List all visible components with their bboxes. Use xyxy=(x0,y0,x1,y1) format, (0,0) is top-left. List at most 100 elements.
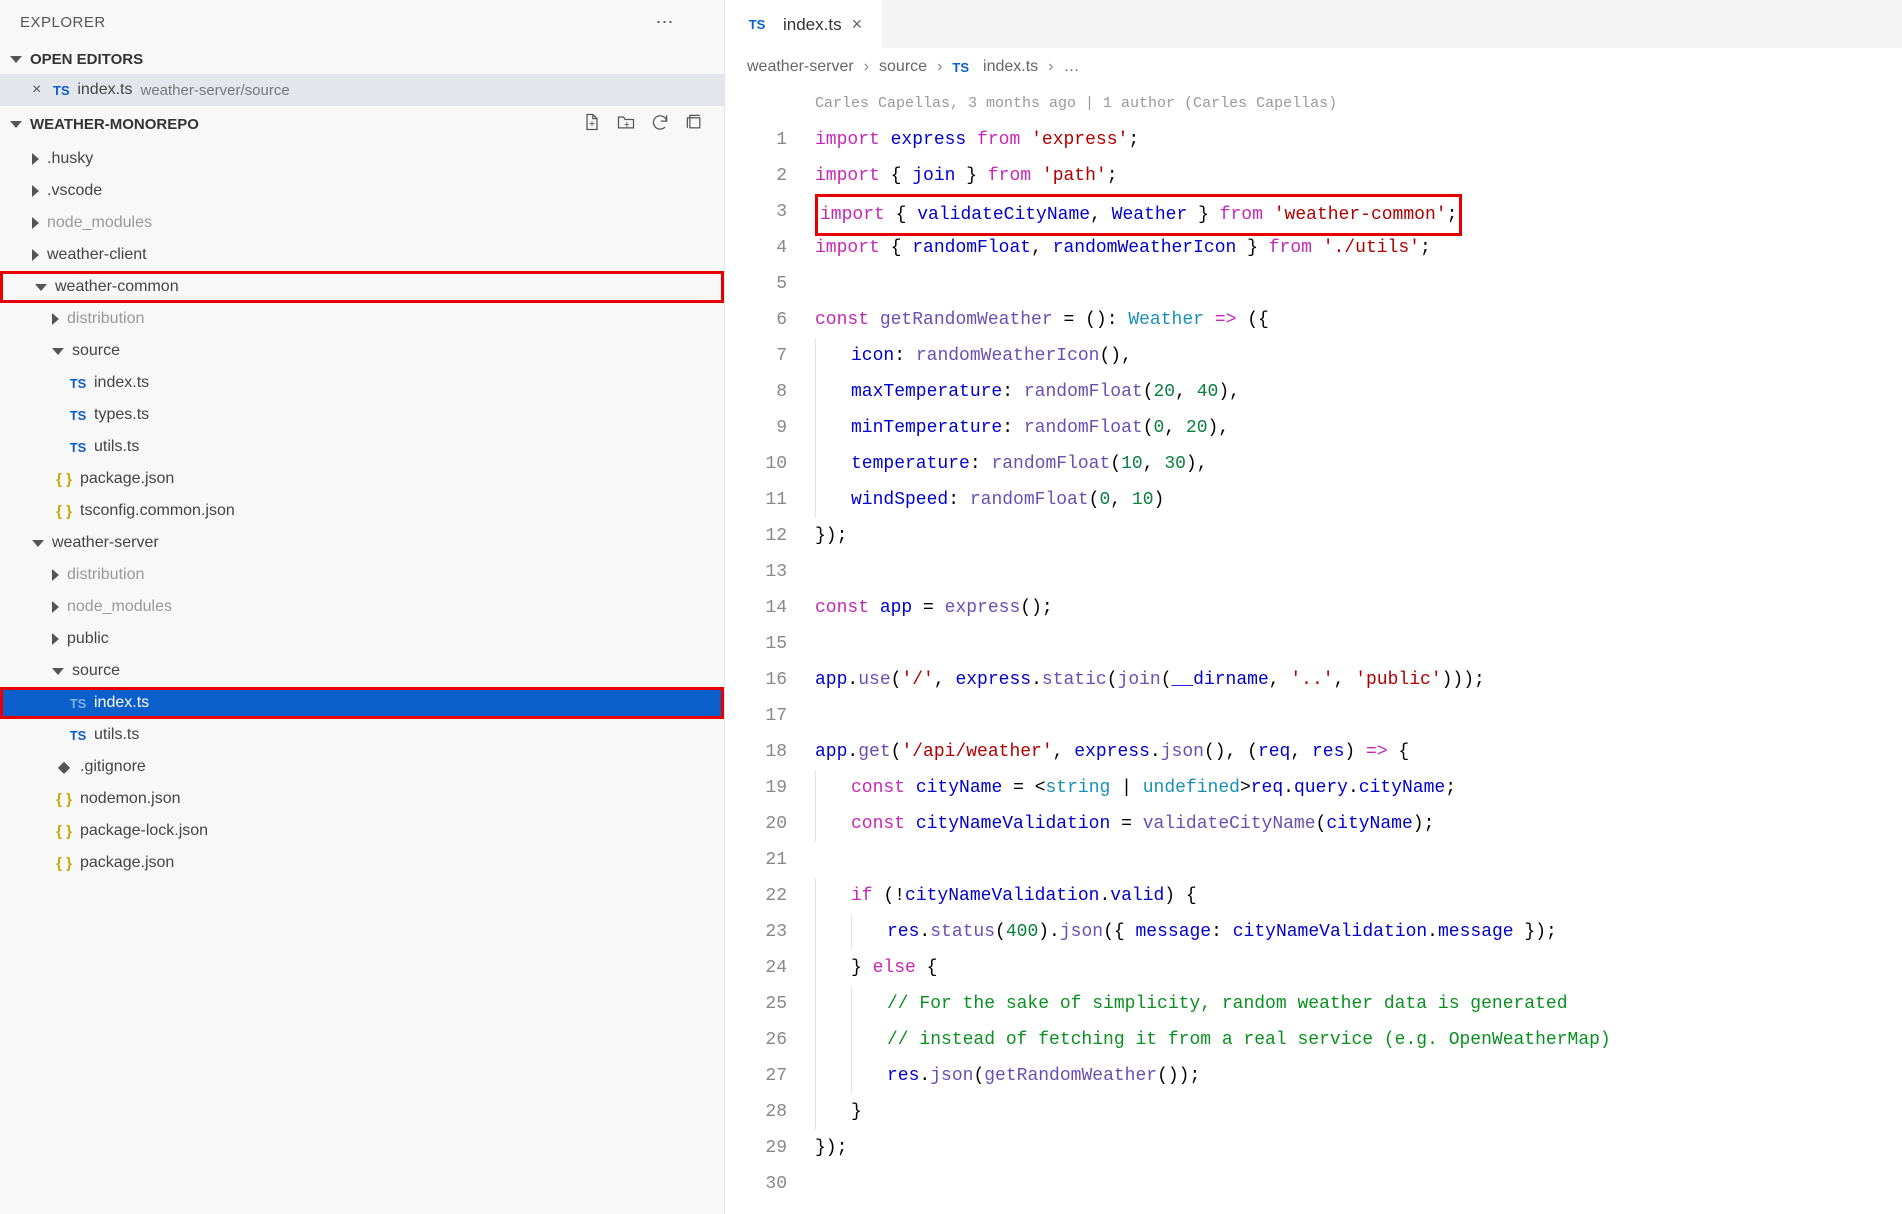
editor-area: TS index.ts × weather-server › source › … xyxy=(725,0,1902,1214)
code-line[interactable]: app.use('/', express.static(join(__dirna… xyxy=(815,662,1902,698)
item-label: node_modules xyxy=(47,214,152,232)
code-line[interactable]: app.get('/api/weather', express.json(), … xyxy=(815,734,1902,770)
code-line[interactable]: maxTemperature: randomFloat(20, 40), xyxy=(815,374,1902,410)
code-line[interactable]: const cityName = <string | undefined>req… xyxy=(815,770,1902,806)
item-label: types.ts xyxy=(94,406,149,424)
item-label: utils.ts xyxy=(94,726,139,744)
code-line[interactable]: res.status(400).json({ message: cityName… xyxy=(815,914,1902,950)
open-editor-item[interactable]: × TS index.ts weather-server/source xyxy=(0,74,724,106)
file-path: weather-server/source xyxy=(140,82,289,99)
file-item[interactable]: TStypes.ts xyxy=(0,399,724,431)
chevron-down-icon xyxy=(52,348,64,355)
item-label: weather-common xyxy=(55,278,179,296)
chevron-right-icon: › xyxy=(937,58,942,76)
file-item[interactable]: { }package-lock.json xyxy=(0,815,724,847)
ts-icon: TS xyxy=(66,440,90,455)
code-line[interactable]: import { join } from 'path'; xyxy=(815,158,1902,194)
file-item[interactable]: { }nodemon.json xyxy=(0,783,724,815)
tab-index-ts[interactable]: TS index.ts × xyxy=(725,0,882,48)
workspace-actions xyxy=(582,112,714,137)
code-line[interactable]: // instead of fetching it from a real se… xyxy=(815,1022,1902,1058)
item-label: distribution xyxy=(67,566,144,584)
folder-item[interactable]: .vscode xyxy=(0,175,724,207)
code-line[interactable]: windSpeed: randomFloat(0, 10) xyxy=(815,482,1902,518)
item-label: node_modules xyxy=(67,598,172,616)
json-icon: { } xyxy=(52,791,76,808)
new-file-icon[interactable] xyxy=(582,112,602,137)
file-item[interactable]: { }tsconfig.common.json xyxy=(0,495,724,527)
close-icon[interactable]: × xyxy=(32,81,41,99)
file-item[interactable]: { }package.json xyxy=(0,847,724,879)
breadcrumb-part[interactable]: … xyxy=(1063,58,1079,76)
code-line[interactable] xyxy=(815,554,1902,590)
folder-item[interactable]: distribution xyxy=(0,303,724,335)
folder-item[interactable]: node_modules xyxy=(0,207,724,239)
ts-icon: TS xyxy=(66,376,90,391)
file-item[interactable]: TSindex.ts xyxy=(0,367,724,399)
code-line[interactable]: // For the sake of simplicity, random we… xyxy=(815,986,1902,1022)
folder-item[interactable]: public xyxy=(0,623,724,655)
code-content[interactable]: Carles Capellas, 3 months ago | 1 author… xyxy=(815,86,1902,1214)
code-editor[interactable]: 1234567891011121314151617181920212223242… xyxy=(725,86,1902,1214)
item-label: tsconfig.common.json xyxy=(80,502,235,520)
folder-item[interactable]: weather-server xyxy=(0,527,724,559)
code-line[interactable]: const getRandomWeather = (): Weather => … xyxy=(815,302,1902,338)
item-label: weather-client xyxy=(47,246,147,264)
code-line[interactable]: import { randomFloat, randomWeatherIcon … xyxy=(815,230,1902,266)
item-label: .vscode xyxy=(47,182,102,200)
file-item[interactable]: { }package.json xyxy=(0,463,724,495)
folder-item[interactable]: weather-client xyxy=(0,239,724,271)
chevron-right-icon xyxy=(32,153,39,165)
breadcrumb-part[interactable]: source xyxy=(879,58,927,76)
ts-icon: TS xyxy=(952,60,969,75)
code-line[interactable]: icon: randomWeatherIcon(), xyxy=(815,338,1902,374)
file-item[interactable]: TSutils.ts xyxy=(0,719,724,751)
chevron-right-icon xyxy=(52,633,59,645)
code-line[interactable]: import { validateCityName, Weather } fro… xyxy=(815,194,1902,230)
code-line[interactable]: const app = express(); xyxy=(815,590,1902,626)
new-folder-icon[interactable] xyxy=(616,112,636,137)
breadcrumb-part[interactable]: weather-server xyxy=(747,58,854,76)
item-label: utils.ts xyxy=(94,438,139,456)
workspace-section[interactable]: WEATHER-MONOREPO xyxy=(0,106,724,143)
code-line[interactable]: }); xyxy=(815,1130,1902,1166)
code-line[interactable] xyxy=(815,1166,1902,1202)
code-line[interactable]: res.json(getRandomWeather()); xyxy=(815,1058,1902,1094)
close-icon[interactable]: × xyxy=(852,14,863,35)
code-line[interactable] xyxy=(815,266,1902,302)
breadcrumb[interactable]: weather-server › source › TS index.ts › … xyxy=(725,48,1902,86)
file-item[interactable]: TSindex.ts xyxy=(0,687,724,719)
folder-item[interactable]: source xyxy=(0,655,724,687)
folder-item[interactable]: weather-common xyxy=(0,271,724,303)
code-line[interactable] xyxy=(815,626,1902,662)
folder-item[interactable]: source xyxy=(0,335,724,367)
code-line[interactable] xyxy=(815,842,1902,878)
more-actions-icon[interactable]: ⋯ xyxy=(626,12,705,33)
file-name: index.ts xyxy=(77,81,132,99)
ts-icon: TS xyxy=(49,83,73,98)
code-line[interactable]: temperature: randomFloat(10, 30), xyxy=(815,446,1902,482)
explorer-sidebar: EXPLORER ⋯ OPEN EDITORS × TS index.ts we… xyxy=(0,0,725,1214)
code-line[interactable]: } xyxy=(815,1094,1902,1130)
file-item[interactable]: TS utils.ts xyxy=(0,431,724,463)
folder-item[interactable]: node_modules xyxy=(0,591,724,623)
chevron-right-icon: › xyxy=(864,58,869,76)
folder-item[interactable]: .husky xyxy=(0,143,724,175)
refresh-icon[interactable] xyxy=(650,112,670,137)
code-line[interactable]: if (!cityNameValidation.valid) { xyxy=(815,878,1902,914)
open-editors-section[interactable]: OPEN EDITORS xyxy=(0,45,724,74)
code-line[interactable]: minTemperature: randomFloat(0, 20), xyxy=(815,410,1902,446)
code-line[interactable]: const cityNameValidation = validateCityN… xyxy=(815,806,1902,842)
ts-icon: TS xyxy=(66,696,90,711)
folder-item[interactable]: distribution xyxy=(0,559,724,591)
collapse-all-icon[interactable] xyxy=(684,112,704,137)
item-label: .husky xyxy=(47,150,93,168)
breadcrumb-part[interactable]: index.ts xyxy=(983,58,1038,76)
code-line[interactable]: } else { xyxy=(815,950,1902,986)
workspace-name: WEATHER-MONOREPO xyxy=(30,116,199,133)
code-line[interactable] xyxy=(815,698,1902,734)
code-line[interactable]: import express from 'express'; xyxy=(815,122,1902,158)
file-item[interactable]: ◆.gitignore xyxy=(0,751,724,783)
code-line[interactable]: }); xyxy=(815,518,1902,554)
chevron-right-icon xyxy=(32,217,39,229)
